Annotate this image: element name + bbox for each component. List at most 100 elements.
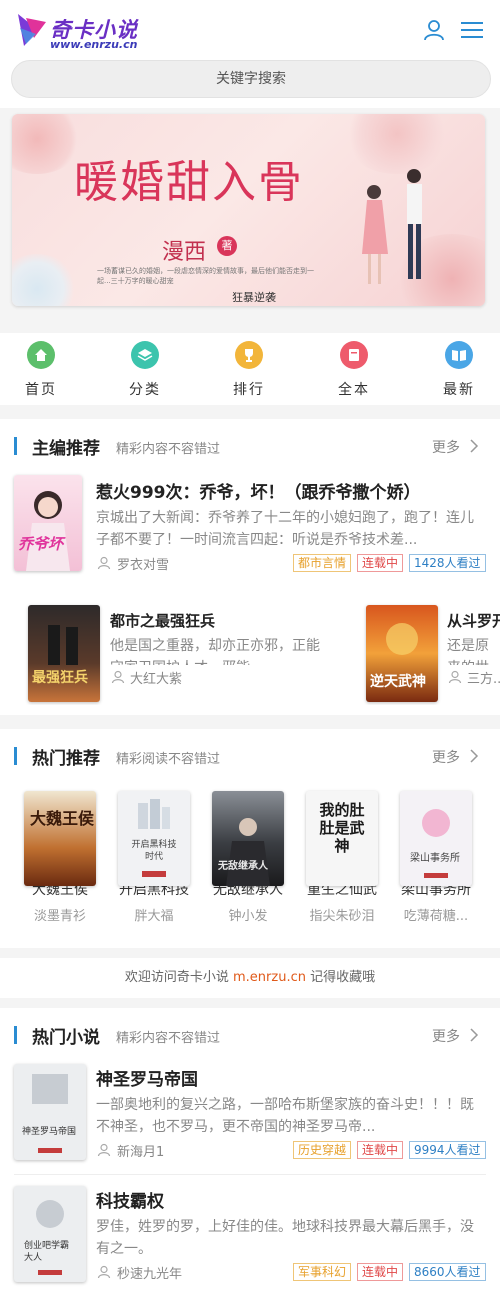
more-link[interactable]: 更多	[432, 437, 460, 457]
editor-pick-section: 主编推荐 精彩内容不容错过 更多 乔爷坏 惹火999次：乔爷，坏！（跟乔爷撒个娇…	[0, 419, 500, 715]
cover-title: 我的肚肚是武神	[319, 801, 365, 855]
banner-flower-decoration	[12, 114, 82, 174]
book-desc: 罗佳，姓罗的罗，上好佳的佳。地球科技界最大幕后黑手，没有之一。	[96, 1219, 474, 1257]
book-cover[interactable]: 创业吧学霸大人	[14, 1186, 86, 1282]
book-title[interactable]: 惹火999次：乔爷，坏！（跟乔爷撒个娇）	[96, 478, 486, 503]
search-input[interactable]: 关键字搜索	[11, 60, 491, 98]
section-title: 热门推荐	[32, 749, 100, 769]
banner-author: 漫西	[162, 240, 207, 265]
welcome-suffix: 记得收藏哦	[310, 970, 376, 985]
status-tag: 连载中	[357, 554, 404, 572]
book-title[interactable]: 都市之最强狂兵	[110, 610, 330, 631]
category-nav: 首页 分类 排行 全本 最新	[0, 333, 500, 405]
nav-item-home[interactable]: 首页	[11, 341, 71, 401]
book-author: 罗衣对雪	[117, 558, 170, 573]
category-tag: 历史穿越	[293, 1141, 352, 1159]
book-author: 秒速九光年	[117, 1267, 183, 1282]
cover-title: 开启黑科技时代	[131, 840, 177, 862]
more-link[interactable]: 更多	[432, 747, 460, 767]
views-tag: 8660人看过	[409, 1263, 486, 1281]
trophy-icon	[235, 341, 263, 369]
banner-author-tag: 著	[217, 236, 237, 256]
book-author: 吃薄荷糖...	[403, 909, 469, 924]
nav-label: 最新	[443, 382, 475, 398]
nav-item-complete[interactable]: 全本	[324, 341, 384, 401]
person-icon	[97, 556, 111, 570]
person-icon	[97, 1265, 111, 1279]
book-cover[interactable]: 我的肚肚是武神	[306, 791, 378, 886]
logo[interactable]: 奇卡小说 www.enrzu.cn	[16, 10, 146, 51]
nav-item-category[interactable]: 分类	[115, 341, 175, 401]
views-tag: 1428人看过	[409, 554, 486, 572]
banner-area: 暖婚甜入骨 漫西 著 一场蓄谋已久的婚姻，一段虐恋情深的爱情故事，最后他们能否走…	[0, 108, 500, 333]
hot-novels-section: 热门小说 精彩内容不容错过 更多 神圣罗马帝国 神圣罗马帝国 一部奥地利的复兴之…	[0, 1008, 500, 1303]
layers-icon	[131, 341, 159, 369]
cover-illustration	[26, 491, 70, 571]
section-subtitle: 精彩内容不容错过	[116, 1031, 221, 1046]
views-tag: 9994人看过	[409, 1141, 486, 1159]
banner-caption: 狂暴逆袭	[232, 291, 276, 304]
hot-book[interactable]: 我的肚肚是武神 重生之仙武 指尖朱砂泪	[300, 777, 384, 924]
banner-title: 暖婚甜入骨	[74, 157, 304, 208]
cover-illustration	[32, 1074, 68, 1153]
hot-book[interactable]: 梁山事务所 梁山事务所 吃薄荷糖...	[394, 777, 478, 924]
cover-title: 最强狂兵	[32, 670, 88, 686]
book-cover[interactable]: 梁山事务所	[400, 791, 472, 886]
nav-label: 首页	[25, 382, 57, 398]
book-desc: 他是国之重器，却亦正亦邪，正能守家卫国护人才，邪能...	[110, 638, 320, 665]
book-author: 指尖朱砂泪	[309, 909, 375, 924]
book-cover[interactable]: 逆天武神	[366, 605, 438, 702]
chevron-right-icon[interactable]	[468, 437, 480, 455]
menu-icon[interactable]	[460, 19, 484, 41]
welcome-banner: 欢迎访问奇卡小说 m.enrzu.cn 记得收藏哦	[0, 958, 500, 998]
person-icon	[97, 1143, 111, 1157]
cover-illustration	[422, 809, 450, 878]
status-tag: 连载中	[357, 1263, 404, 1281]
hot-book[interactable]: 大魏王侯 大魏王侯 淡墨青衫	[18, 777, 102, 924]
book-cover[interactable]: 开启黑科技时代	[118, 791, 190, 886]
chevron-right-icon[interactable]	[468, 747, 480, 765]
site-link[interactable]: m.enrzu.cn	[233, 970, 306, 985]
banner-slide[interactable]: 暖婚甜入骨 漫西 著 一场蓄谋已久的婚姻，一段虐恋情深的爱情故事，最后他们能否走…	[12, 114, 485, 306]
logo-mark-icon	[18, 14, 46, 46]
book-cover[interactable]: 大魏王侯	[24, 791, 96, 886]
book-author: 新海月1	[117, 1145, 165, 1160]
person-icon	[448, 670, 462, 684]
logo-url: www.enrzu.cn	[50, 38, 138, 51]
book-desc: 一部奥地利的复兴之路，一部哈布斯堡家族的奋斗史！！！既不神圣，也不罗马，更不帝国…	[96, 1097, 474, 1135]
book-icon	[340, 341, 368, 369]
user-icon[interactable]	[422, 18, 446, 42]
editor-pick-scroll[interactable]: 最强狂兵 都市之最强狂兵 他是国之重器，却亦正亦邪，正能守家卫国护人才，邪能..…	[0, 595, 500, 705]
category-tag: 军事科幻	[293, 1263, 352, 1281]
book-cover[interactable]: 神圣罗马帝国	[14, 1064, 86, 1160]
book-title[interactable]: 从斗罗开始...	[447, 610, 500, 631]
welcome-prefix: 欢迎访问奇卡小说	[124, 970, 229, 985]
nav-item-ranking[interactable]: 排行	[219, 341, 279, 401]
book-cover[interactable]: 乔爷坏	[14, 475, 82, 571]
person-icon	[111, 670, 125, 684]
nav-item-latest[interactable]: 最新	[429, 341, 489, 401]
nav-label: 全本	[338, 382, 370, 398]
book-author: 钟小发	[228, 909, 268, 924]
status-tag: 连载中	[357, 1141, 404, 1159]
book-author: 胖大福	[134, 909, 174, 924]
book-cover[interactable]: 无敌继承人	[212, 791, 284, 886]
cover-title: 神圣罗马帝国	[22, 1127, 77, 1137]
cover-title: 无敌继承人	[218, 861, 268, 872]
book-cover[interactable]: 最强狂兵	[28, 605, 100, 702]
open-book-icon	[445, 341, 473, 369]
book-author: 三方...	[467, 672, 500, 687]
divider	[14, 1174, 486, 1175]
banner-flower-decoration	[12, 254, 77, 306]
hot-book[interactable]: 开启黑科技时代 开启黑科技 胖大福	[112, 777, 196, 924]
book-author: 淡墨青衫	[33, 909, 86, 924]
more-link[interactable]: 更多	[432, 1026, 460, 1046]
section-header: 主编推荐 精彩内容不容错过 更多	[0, 425, 500, 465]
section-subtitle: 精彩内容不容错过	[116, 442, 221, 457]
hot-book[interactable]: 无敌继承人 无敌继承人 钟小发	[206, 777, 290, 924]
chevron-right-icon[interactable]	[468, 1026, 480, 1044]
cover-title: 大魏王侯	[30, 809, 95, 828]
book-title[interactable]: 神圣罗马帝国	[96, 1065, 486, 1090]
book-title[interactable]: 科技霸权	[96, 1187, 486, 1212]
cover-title: 乔爷坏	[18, 535, 64, 553]
